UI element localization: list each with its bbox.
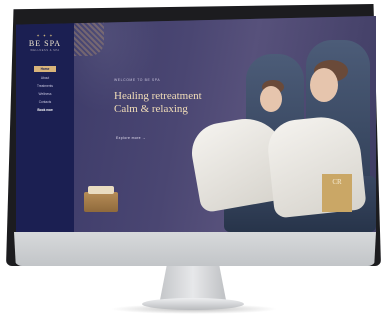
hero-headline: Healing retreatment Calm & relaxing <box>114 90 202 116</box>
sidebar-item-treatments[interactable]: Treatments <box>37 84 53 88</box>
towel-tray <box>84 192 118 212</box>
person-1-face <box>260 86 282 112</box>
sidebar-nav: Home About Treatments Wellness Contacts … <box>33 66 57 112</box>
award-badge: CR <box>322 174 352 212</box>
brand-tagline: WELLNESS & SPA <box>30 49 60 52</box>
hero-welcome-text: WELCOME TO BE SPA <box>114 78 161 82</box>
person-2-face <box>310 68 338 102</box>
sidebar-item-book-now[interactable]: Book now <box>37 108 52 112</box>
monitor: ✦ ✦ ✦ BE SPA WELLNESS & SPA Home About T… <box>0 0 387 318</box>
logo-stars-icon: ✦ ✦ ✦ <box>36 33 54 38</box>
hero-headline-line-2: Calm & relaxing <box>114 103 188 115</box>
sidebar-item-about[interactable]: About <box>41 76 49 80</box>
screen: ✦ ✦ ✦ BE SPA WELLNESS & SPA Home About T… <box>16 16 376 232</box>
hero-image: CR WELCOME TO BE SPA Healing retreatment… <box>74 16 376 232</box>
sidebar: ✦ ✦ ✦ BE SPA WELLNESS & SPA Home About T… <box>16 16 74 232</box>
monitor-chin <box>14 232 376 266</box>
towel-stack <box>88 186 114 194</box>
monitor-stand-foot <box>142 298 244 310</box>
monitor-stand-neck <box>160 266 226 300</box>
explore-more-link[interactable]: Explore more → <box>116 136 146 140</box>
sidebar-item-home[interactable]: Home <box>33 66 57 72</box>
brand-name: BE SPA <box>28 39 62 48</box>
sidebar-item-wellness[interactable]: Wellness <box>39 92 52 96</box>
hero-headline-line-1: Healing retreatment <box>114 90 202 102</box>
sidebar-item-contacts[interactable]: Contacts <box>39 100 52 104</box>
brand-logo[interactable]: ✦ ✦ ✦ BE SPA WELLNESS & SPA <box>28 33 62 53</box>
